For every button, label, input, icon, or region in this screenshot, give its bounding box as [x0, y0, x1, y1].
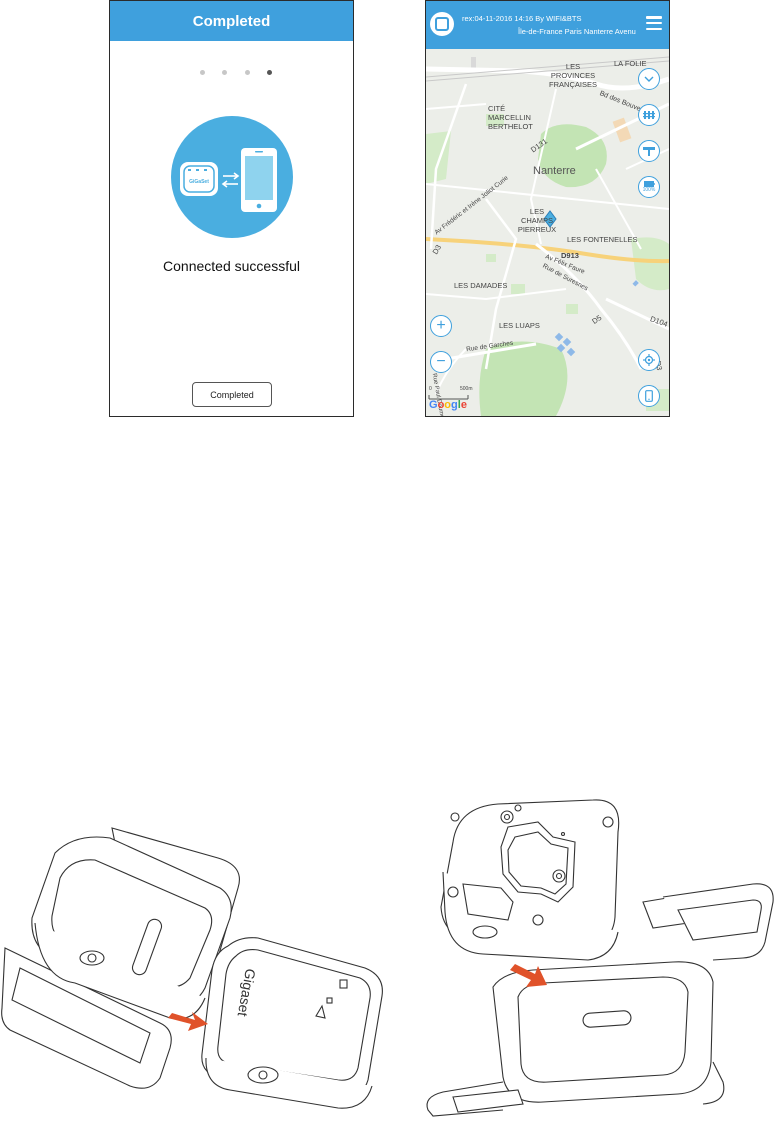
- map-screen: rex:04-11-2016 14:16 By WIFI&BTS Île-de-…: [425, 0, 670, 417]
- completed-screen: Completed GiGaSet Connected successful C…: [109, 0, 354, 417]
- progress-dot-active: [266, 69, 272, 75]
- tracker-back-drawing: [426, 799, 774, 1117]
- plus-icon: +: [436, 317, 446, 334]
- screen-title: Completed: [192, 12, 271, 30]
- scale-start: 0: [429, 386, 432, 392]
- scale-end: 500m: [460, 386, 473, 392]
- map-label: LA FOLIE: [614, 59, 647, 68]
- map-header: rex:04-11-2016 14:16 By WIFI&BTS Île-de-…: [426, 1, 669, 49]
- tracker-to-phone-icon: GiGaSet: [180, 148, 277, 212]
- fence-icon: [643, 111, 655, 119]
- battery-button[interactable]: 100%: [638, 176, 660, 198]
- map-label-city: Nanterre: [533, 165, 576, 177]
- completed-button[interactable]: Completed: [192, 382, 272, 407]
- zoom-in-button[interactable]: +: [430, 315, 452, 337]
- connection-message: Connected successful: [163, 258, 300, 274]
- progress-dot: [222, 69, 228, 75]
- tracker-strap-drawing: Gigaset: [1, 827, 383, 1109]
- map-label: LES CHAMPS PIERREUX: [517, 207, 557, 234]
- zoom-out-button[interactable]: −: [430, 351, 452, 373]
- map-label: D913: [561, 251, 579, 260]
- map-label: LES PROVINCES FRANÇAISES: [549, 62, 597, 89]
- device-avatar[interactable]: [430, 12, 454, 36]
- collapse-button[interactable]: [638, 68, 660, 90]
- screen-title-bar: Completed: [110, 1, 353, 41]
- connection-illustration: GiGaSet: [171, 116, 293, 238]
- phone-icon: [645, 390, 653, 402]
- location-address: Île-de-France Paris Nanterre Avenu: [518, 27, 636, 36]
- history-button[interactable]: [638, 140, 660, 162]
- locate-button[interactable]: [638, 349, 660, 371]
- tracker-holder-illustration: [423, 792, 779, 1118]
- map-label: CITÉ MARCELLIN BERTHELOT: [488, 104, 533, 131]
- device-button[interactable]: [638, 385, 660, 407]
- fence-button[interactable]: [638, 104, 660, 126]
- battery-level: 100%: [642, 187, 656, 193]
- google-logo: Google: [429, 399, 467, 411]
- history-icon: [643, 147, 655, 156]
- hamburger-menu-icon[interactable]: [646, 16, 662, 30]
- tracker-brand-text: GiGaSet: [189, 179, 209, 185]
- minus-icon: −: [436, 353, 446, 370]
- map-label: LES LUAPS: [499, 321, 540, 330]
- device-avatar-icon: [435, 17, 449, 31]
- progress-dot: [200, 69, 205, 75]
- progress-dots: [200, 68, 272, 76]
- location-time-source: rex:04-11-2016 14:16 By WIFI&BTS: [462, 14, 582, 23]
- map-view[interactable]: LA FOLIE LES PROVINCES FRANÇAISES Bd des…: [426, 49, 669, 416]
- progress-dot: [244, 69, 250, 75]
- map-label: LES FONTENELLES: [567, 235, 638, 244]
- crosshair-icon: [643, 354, 655, 366]
- map-label: LES DAMADES: [454, 281, 508, 290]
- tracker-insert-illustration: Gigaset: [0, 818, 392, 1118]
- chevron-down-icon: [644, 76, 654, 82]
